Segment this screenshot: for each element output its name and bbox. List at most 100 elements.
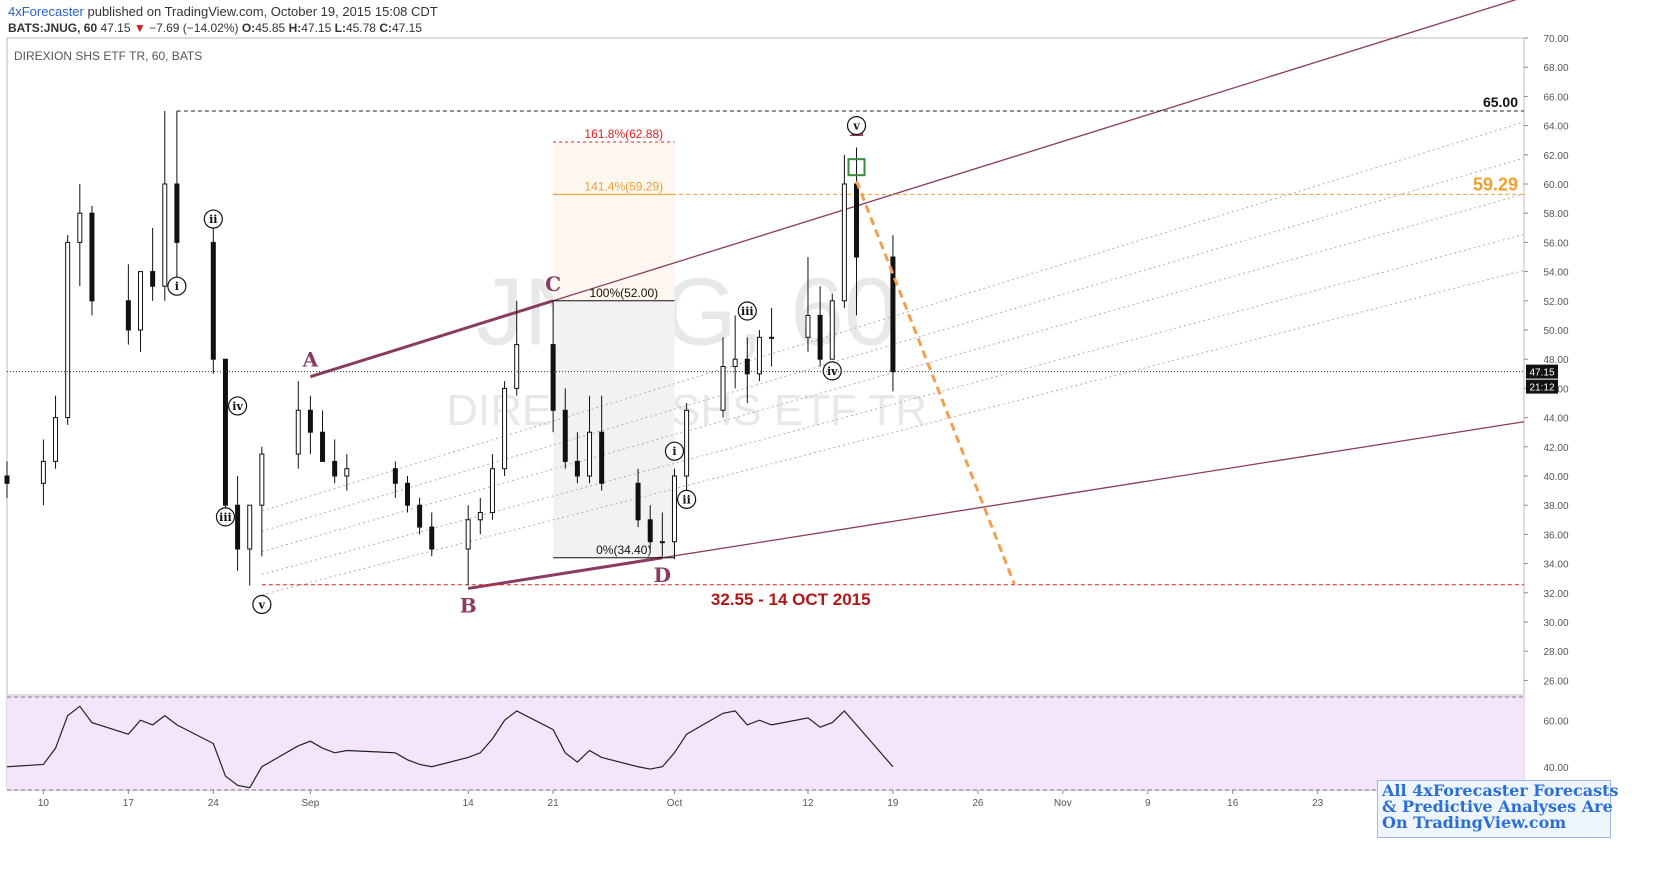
- y-tick-label: 68.00: [1543, 63, 1568, 74]
- price-candle: [222, 358, 228, 506]
- fib-label: 100%(52.00): [589, 286, 658, 300]
- price-candle: [150, 271, 156, 287]
- price-candle: [429, 526, 435, 550]
- price-candle: [805, 314, 811, 338]
- y-tick-label: 50.00: [1543, 326, 1568, 337]
- level-label: 32.55 - 14 OCT 2015: [711, 590, 871, 609]
- x-tick-label: 16: [1227, 798, 1239, 809]
- price-candle: [417, 504, 423, 528]
- x-tick-label: 12: [802, 798, 814, 809]
- x-tick-label: 23: [1312, 798, 1324, 809]
- price-candle: [65, 241, 71, 419]
- price-candle: [684, 409, 690, 477]
- y-tick-label: 48.00: [1543, 355, 1568, 366]
- price-candle: [320, 431, 326, 462]
- price-candle: [332, 460, 338, 477]
- fib-zone-lower: [553, 300, 675, 558]
- price-candle: [587, 431, 593, 477]
- price-candle: [77, 212, 83, 243]
- y-tick-label: 32.00: [1543, 589, 1568, 600]
- price-candle: [841, 183, 847, 302]
- price-candle: [671, 475, 677, 543]
- price-candle: [647, 519, 653, 543]
- price-candle: [465, 519, 471, 550]
- price-candle: [817, 314, 823, 360]
- y-tick-label: 70.00: [1543, 34, 1568, 45]
- price-candle: [162, 183, 168, 287]
- y-tick-label: 66.00: [1543, 92, 1568, 103]
- price-candle: [125, 300, 131, 331]
- price-candle: [720, 366, 726, 411]
- x-tick-label: 14: [463, 798, 475, 809]
- rsi-y-tick-label: 40.00: [1543, 763, 1568, 774]
- chart-title: DIREXION SHS ETF TR, 60, BATS: [14, 49, 202, 63]
- wave-label: B: [460, 593, 477, 617]
- y-tick-label: 44.00: [1543, 414, 1568, 425]
- fib-label: 161.8%(62.88): [584, 127, 663, 141]
- subwave-label: i: [175, 280, 179, 293]
- price-candle: [53, 417, 59, 462]
- x-tick-label: Nov: [1054, 798, 1072, 809]
- y-tick-label: 58.00: [1543, 209, 1568, 220]
- price-candle: [514, 344, 520, 389]
- price-candle: [732, 358, 738, 368]
- price-candle: [247, 504, 253, 550]
- price-candle: [137, 271, 143, 331]
- price-candle: [89, 212, 95, 302]
- wave-label: C: [545, 272, 561, 296]
- price-candle: [635, 482, 641, 521]
- price-candle: [235, 504, 241, 550]
- y-tick-label: 54.00: [1543, 268, 1568, 279]
- price-candle: [562, 409, 568, 462]
- level-label: 59.29: [1473, 174, 1518, 194]
- rsi-y-tick-label: 60.00: [1543, 716, 1568, 727]
- price-candle: [756, 336, 762, 375]
- x-tick-label: Sep: [302, 798, 320, 809]
- y-tick-label: 60.00: [1543, 180, 1568, 191]
- y-tick-label: 38.00: [1543, 501, 1568, 512]
- last-price-badge-label: 47.15: [1529, 368, 1554, 379]
- y-tick-label: 52.00: [1543, 297, 1568, 308]
- price-candle: [392, 468, 398, 484]
- price-candle: [295, 409, 301, 455]
- x-tick-label: 17: [123, 798, 135, 809]
- chart-canvas[interactable]: DIREXION SHS ETF TR, 60, BATSJNUG, 60DIR…: [0, 0, 1664, 876]
- price-candle: [890, 256, 896, 373]
- fib-zone-upper: [553, 141, 675, 301]
- x-tick-label: 26: [972, 798, 984, 809]
- y-tick-label: 30.00: [1543, 618, 1568, 629]
- price-candle: [659, 541, 665, 544]
- x-tick-label: 9: [1145, 798, 1151, 809]
- y-tick-label: 56.00: [1543, 238, 1568, 249]
- level-label: 65.00: [1483, 94, 1518, 110]
- price-candle: [502, 387, 508, 470]
- price-candle: [854, 183, 860, 258]
- subwave-label: iii: [219, 511, 232, 524]
- y-tick-label: 36.00: [1543, 530, 1568, 541]
- x-tick-label: 19: [887, 798, 899, 809]
- x-tick-label: Oct: [667, 798, 683, 809]
- x-tick-label: 24: [208, 798, 220, 809]
- promo-box[interactable]: All 4xForecaster Forecasts & Predictive …: [1377, 780, 1619, 838]
- price-candle: [307, 409, 313, 433]
- y-tick-label: 28.00: [1543, 647, 1568, 658]
- wave-b-d-line: [467, 556, 663, 590]
- price-candle: [769, 336, 775, 339]
- chart-root: 4xForecaster published on TradingView.co…: [0, 0, 1664, 876]
- price-candle: [477, 512, 483, 521]
- price-candle: [40, 460, 46, 484]
- price-candle: [174, 183, 180, 243]
- y-tick-label: 34.00: [1543, 560, 1568, 571]
- y-tick-label: 40.00: [1543, 472, 1568, 483]
- subwave-label: v: [852, 120, 860, 133]
- fib-label: 0%(34.40): [596, 543, 651, 557]
- subwave-label: iii: [741, 305, 754, 318]
- countdown-badge-label: 21:12: [1529, 383, 1554, 394]
- price-candle: [404, 482, 410, 506]
- y-tick-label: 42.00: [1543, 443, 1568, 454]
- price-candle: [574, 460, 580, 477]
- price-candle: [210, 241, 216, 360]
- y-tick-label: 62.00: [1543, 151, 1568, 162]
- x-tick-label: 10: [38, 798, 50, 809]
- wave-label: D: [654, 563, 671, 587]
